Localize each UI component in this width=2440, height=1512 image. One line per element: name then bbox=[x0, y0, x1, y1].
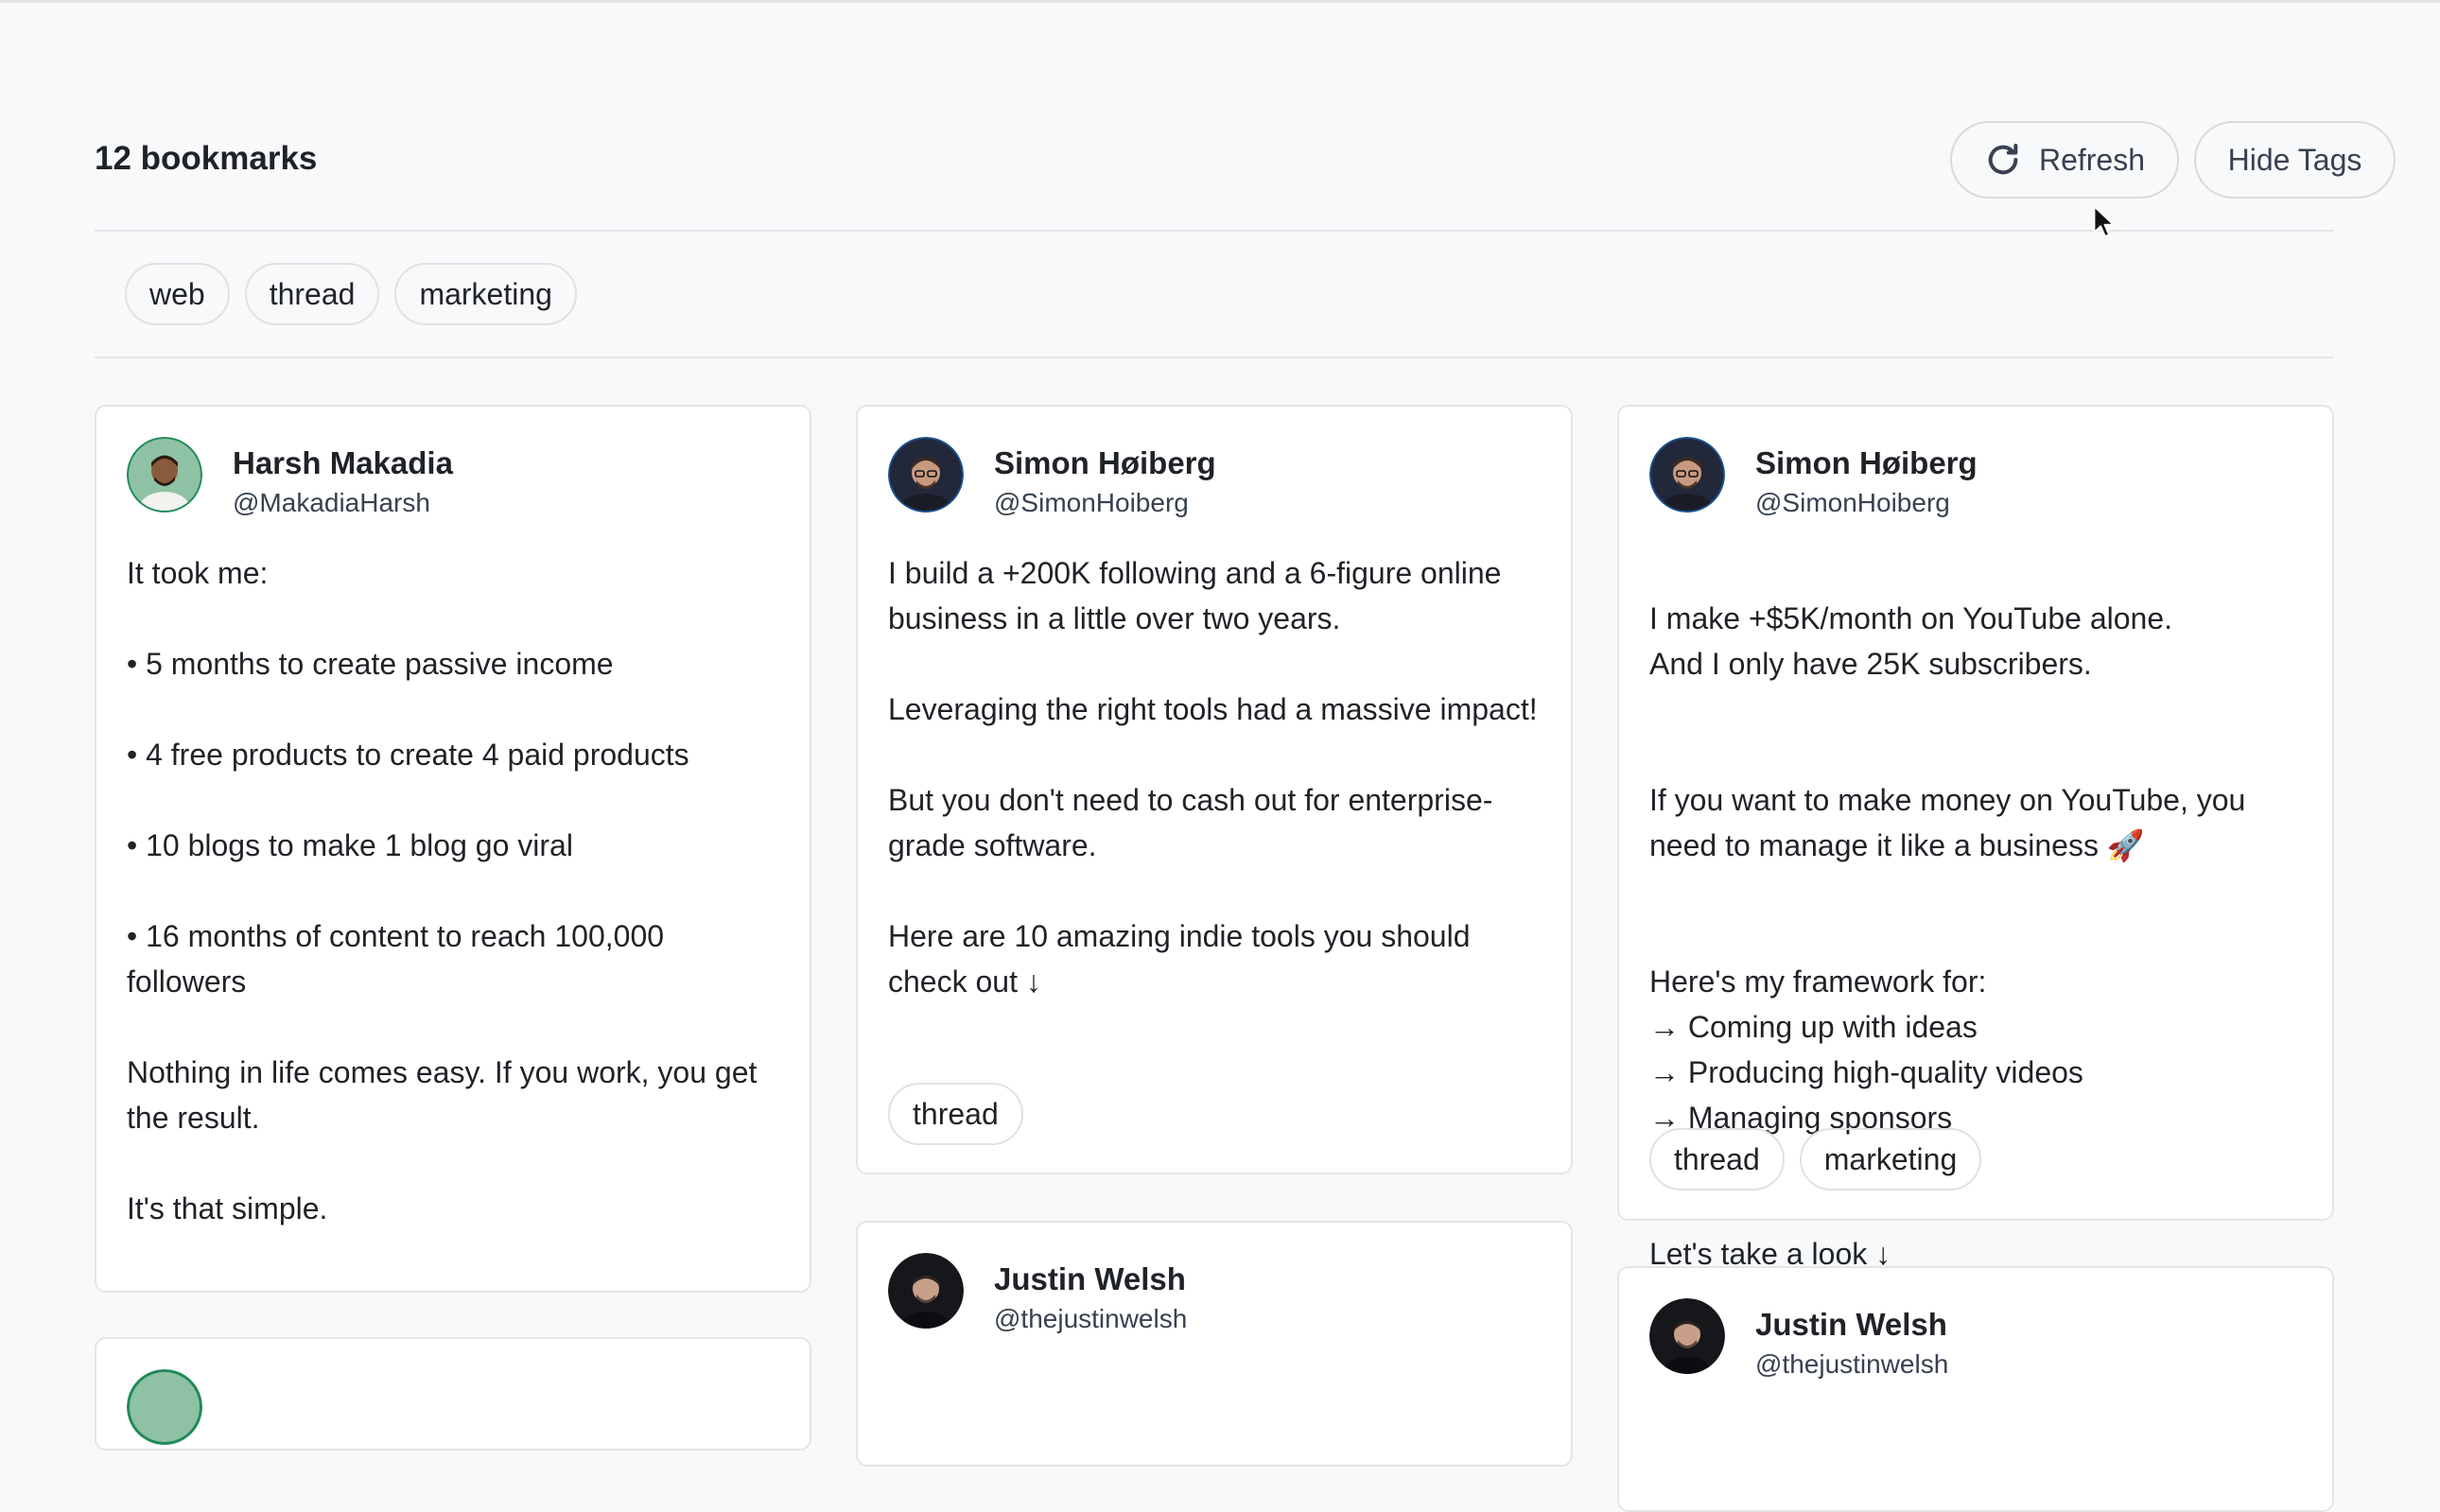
tweet-paragraph: • 4 free products to create 4 paid produ… bbox=[127, 738, 689, 772]
avatar bbox=[127, 1369, 202, 1445]
tag-filter-bar: web thread marketing bbox=[125, 263, 592, 325]
tweet-paragraph: Nothing in life comes easy. If you work,… bbox=[127, 1055, 758, 1135]
avatar bbox=[1649, 1298, 1725, 1374]
card-tag-thread[interactable]: thread bbox=[1649, 1128, 1785, 1190]
tweet-paragraph: • 5 months to create passive income bbox=[127, 647, 614, 681]
card-tag-thread[interactable]: thread bbox=[888, 1083, 1023, 1145]
bookmark-card[interactable]: Justin Welsh @thejustinwelsh bbox=[1617, 1266, 2334, 1512]
card-header: Harsh Makadia @MakadiaHarsh bbox=[127, 437, 453, 520]
avatar bbox=[127, 437, 202, 513]
card-header bbox=[127, 1369, 202, 1445]
author-name: Justin Welsh bbox=[994, 1261, 1186, 1296]
author-handle[interactable]: @thejustinwelsh bbox=[994, 1302, 1187, 1336]
refresh-label: Refresh bbox=[2038, 142, 2146, 177]
tweet-text: It took me: • 5 months to create passive… bbox=[127, 550, 789, 1231]
card-header: Simon Høiberg @SimonHoiberg bbox=[1649, 437, 1978, 520]
tweet-paragraph: If you want to make money on YouTube, yo… bbox=[1649, 783, 2246, 862]
tweet-paragraph: Here's my framework for: → Coming up wit… bbox=[1649, 965, 2083, 1135]
top-edge bbox=[0, 0, 2440, 3]
card-header: Justin Welsh @thejustinwelsh bbox=[1649, 1298, 1948, 1382]
card-tags: thread bbox=[888, 1083, 1038, 1145]
author-handle[interactable]: @thejustinwelsh bbox=[1755, 1347, 1948, 1382]
tweet-paragraph: • 16 months of content to reach 100,000 … bbox=[127, 919, 665, 999]
tweet-text: I build a +200K following and a 6-figure… bbox=[888, 550, 1550, 1004]
author-name: Harsh Makadia bbox=[233, 445, 453, 480]
avatar bbox=[888, 1253, 964, 1329]
refresh-button[interactable]: Refresh bbox=[1950, 121, 2179, 199]
bookmark-card[interactable]: Justin Welsh @thejustinwelsh bbox=[856, 1221, 1573, 1467]
author-name: Simon Høiberg bbox=[1755, 445, 1978, 480]
tweet-paragraph: I make +$5K/month on YouTube alone. And … bbox=[1649, 601, 2172, 681]
tweet-paragraph: Here are 10 amazing indie tools you shou… bbox=[888, 919, 1471, 999]
tweet-paragraph: Leveraging the right tools had a massive… bbox=[888, 692, 1538, 726]
tweet-text: I make +$5K/month on YouTube alone. And … bbox=[1649, 550, 2311, 1322]
header-divider bbox=[95, 230, 2334, 232]
avatar bbox=[1649, 437, 1725, 513]
tag-filter-thread[interactable]: thread bbox=[244, 263, 380, 325]
tags-divider bbox=[95, 356, 2334, 358]
bookmark-card[interactable]: Simon Høiberg @SimonHoiberg I make +$5K/… bbox=[1617, 405, 2334, 1271]
author-name: Justin Welsh bbox=[1755, 1307, 1947, 1342]
tweet-paragraph: But you don't need to cash out for enter… bbox=[888, 783, 1493, 862]
card-tag-marketing[interactable]: marketing bbox=[1799, 1128, 1982, 1190]
avatar bbox=[888, 437, 964, 513]
author-handle[interactable]: @MakadiaHarsh bbox=[233, 486, 453, 520]
card-tags: thread marketing bbox=[1649, 1128, 1996, 1190]
bookmark-card[interactable] bbox=[95, 1337, 811, 1451]
hide-tags-button[interactable]: Hide Tags bbox=[2194, 121, 2396, 199]
bookmark-card[interactable]: Simon Høiberg @SimonHoiberg I build a +2… bbox=[856, 405, 1573, 1174]
page-header: 12 bookmarks Refresh Hide Tags bbox=[95, 121, 2396, 200]
mouse-pointer-icon bbox=[2093, 205, 2115, 237]
bookmark-count: 12 bookmarks bbox=[95, 140, 318, 177]
tag-filter-web[interactable]: web bbox=[125, 263, 230, 325]
card-header: Simon Høiberg @SimonHoiberg bbox=[888, 437, 1216, 520]
card-header: Justin Welsh @thejustinwelsh bbox=[888, 1253, 1187, 1336]
refresh-icon bbox=[1988, 144, 2018, 175]
tweet-paragraph: I build a +200K following and a 6-figure… bbox=[888, 556, 1502, 635]
tweet-paragraph: • 10 blogs to make 1 blog go viral bbox=[127, 828, 573, 862]
tag-filter-marketing[interactable]: marketing bbox=[394, 263, 577, 325]
tweet-paragraph: It took me: bbox=[127, 556, 269, 590]
tweet-paragraph: It's that simple. bbox=[127, 1191, 328, 1225]
bookmark-card[interactable]: Harsh Makadia @MakadiaHarsh It took me: … bbox=[95, 405, 811, 1293]
author-handle[interactable]: @SimonHoiberg bbox=[994, 486, 1216, 520]
author-name: Simon Høiberg bbox=[994, 445, 1216, 480]
author-handle[interactable]: @SimonHoiberg bbox=[1755, 486, 1978, 520]
